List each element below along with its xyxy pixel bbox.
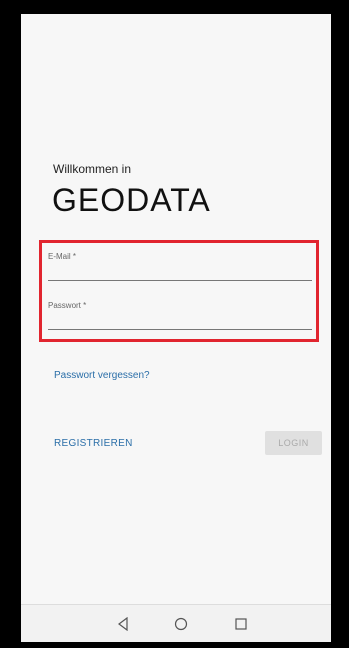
android-nav-bar (21, 604, 331, 642)
login-button[interactable]: LOGIN (265, 431, 322, 455)
phone-frame: Willkommen in GEODATA E-Mail * Passwort … (9, 0, 339, 648)
app-screen: Willkommen in GEODATA E-Mail * Passwort … (21, 14, 331, 642)
email-input[interactable] (48, 266, 312, 281)
forgot-password-link[interactable]: Passwort vergessen? (54, 370, 150, 381)
home-icon[interactable] (172, 615, 190, 633)
register-button[interactable]: REGISTRIEREN (54, 438, 133, 449)
welcome-text: Willkommen in (53, 162, 132, 176)
email-label: E-Mail * (48, 252, 77, 261)
password-input[interactable] (48, 315, 312, 330)
back-icon[interactable] (114, 615, 132, 633)
app-title: GEODATA (52, 182, 211, 218)
password-label: Passwort * (48, 301, 87, 310)
recent-apps-icon[interactable] (232, 615, 250, 633)
